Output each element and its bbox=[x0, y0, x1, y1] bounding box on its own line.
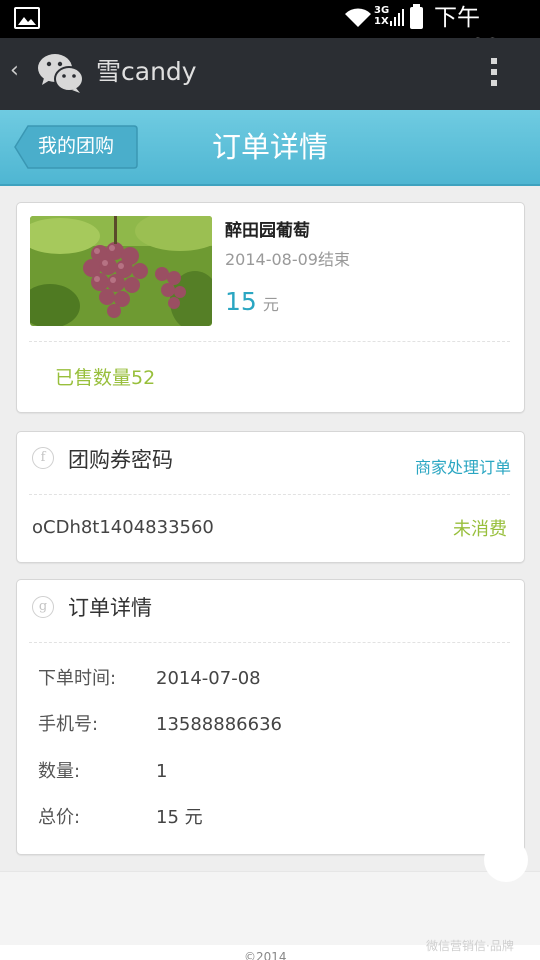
status-bar: 3G 1X 下午11:33 bbox=[0, 0, 540, 61]
row-value: 2014-07-08 bbox=[156, 668, 261, 689]
price-value: 15 bbox=[225, 287, 257, 316]
product-card[interactable]: 醉田园葡萄 2014-08-09结束 15 元 已售数量52 bbox=[16, 202, 525, 413]
copyright: ©2014 bbox=[244, 950, 287, 960]
watermark: 微信营销信·品牌 bbox=[426, 939, 514, 953]
merchant-process-order-link[interactable]: 商家处理订单 bbox=[415, 457, 511, 479]
coupon-section-title: 团购券密码 bbox=[68, 448, 173, 472]
decorative-circle bbox=[484, 838, 528, 882]
signal-icon bbox=[390, 9, 404, 26]
row-value: 13588886636 bbox=[156, 714, 282, 735]
row-value: 15 元 bbox=[156, 807, 203, 828]
order-row-time: 下单时间: 2014-07-08 bbox=[38, 667, 261, 691]
coupon-card: f 团购券密码 商家处理订单 oCDh8t1404833560 未消费 bbox=[16, 431, 525, 563]
product-image bbox=[30, 216, 212, 326]
order-section-icon: g bbox=[32, 596, 54, 618]
page-title: 订单详情 bbox=[211, 130, 328, 164]
order-details-card: g 订单详情 下单时间: 2014-07-08 手机号: 13588886636 数… bbox=[16, 579, 525, 855]
row-label: 下单时间: bbox=[38, 668, 117, 689]
row-label: 总价: bbox=[38, 807, 81, 828]
more-vertical-icon[interactable] bbox=[491, 58, 501, 91]
order-row-quantity: 数量: 1 bbox=[38, 760, 167, 784]
wechat-action-bar: ‹ 雪candy bbox=[0, 38, 540, 110]
network-type: 3G 1X bbox=[374, 5, 390, 27]
product-price: 15 元 bbox=[225, 287, 279, 320]
battery-icon bbox=[410, 4, 423, 29]
coupon-section-icon: f bbox=[32, 447, 54, 469]
wechat-icon bbox=[38, 54, 84, 93]
page-header: 我的团购 订单详情 bbox=[0, 110, 540, 186]
divider bbox=[29, 341, 510, 342]
row-label: 手机号: bbox=[38, 714, 99, 735]
chevron-left-icon[interactable]: ‹ bbox=[10, 58, 19, 83]
product-end-date: 2014-08-09结束 bbox=[225, 250, 350, 269]
order-row-total: 总价: 15 元 bbox=[38, 806, 203, 830]
product-name: 醉田园葡萄 bbox=[225, 221, 310, 241]
price-unit: 元 bbox=[262, 295, 279, 314]
wifi-icon bbox=[345, 8, 371, 27]
divider bbox=[29, 642, 510, 643]
coupon-code: oCDh8t1404833560 bbox=[32, 517, 214, 538]
chat-title: 雪candy bbox=[96, 57, 197, 86]
footer-area bbox=[0, 871, 540, 945]
divider bbox=[29, 494, 510, 495]
row-value: 1 bbox=[156, 761, 168, 782]
row-label: 数量: bbox=[38, 761, 81, 782]
sold-count: 已售数量52 bbox=[55, 367, 156, 389]
order-row-phone: 手机号: 13588886636 bbox=[38, 713, 282, 737]
coupon-status: 未消费 bbox=[453, 519, 507, 540]
order-section-title: 订单详情 bbox=[68, 596, 152, 620]
image-notification-icon bbox=[14, 7, 40, 29]
